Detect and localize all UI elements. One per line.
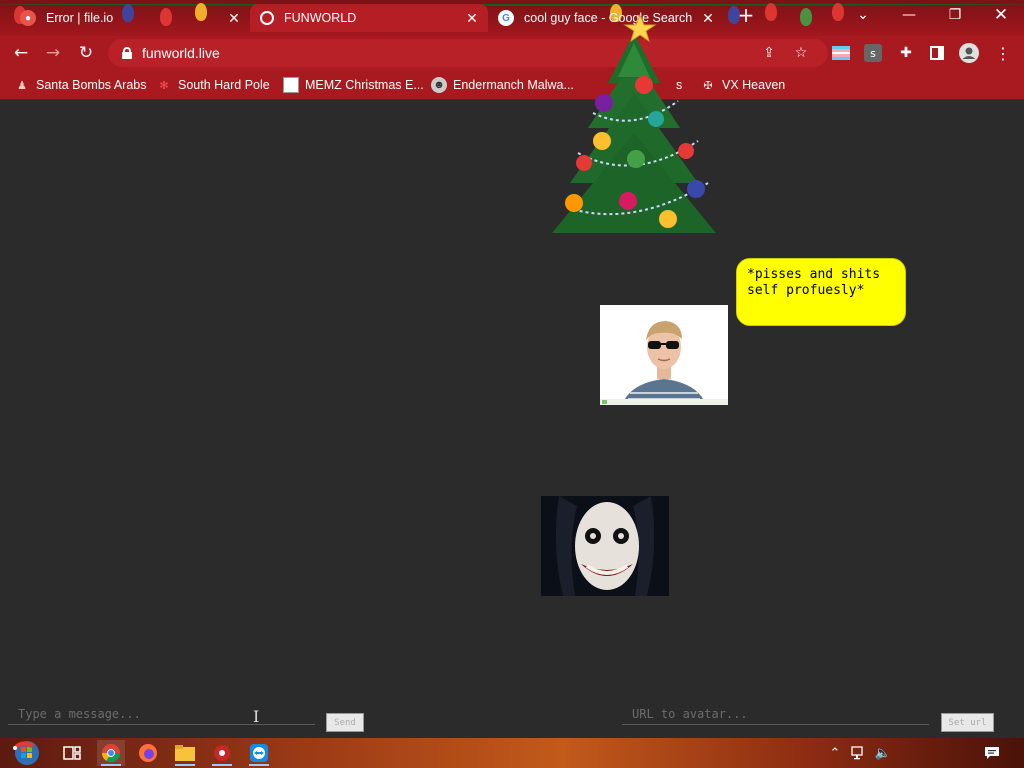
teamviewer-icon[interactable] bbox=[245, 740, 273, 766]
snowflake-icon: ✻ bbox=[159, 79, 169, 92]
minimize-button[interactable]: — bbox=[886, 0, 932, 30]
menu-kebab-icon[interactable]: ⋮ bbox=[992, 42, 1014, 64]
speech-bubble-text: *pisses and shits self profuesly* bbox=[747, 267, 881, 298]
tab-funworld[interactable]: FUNWORLD ✕ bbox=[250, 4, 488, 32]
google-icon: G bbox=[498, 10, 514, 26]
close-icon[interactable]: ✕ bbox=[464, 10, 480, 26]
santa-icon: ♟ bbox=[17, 79, 27, 92]
light-bulb bbox=[765, 3, 777, 21]
browser-toolbar: ← → ↻ funworld.live ⇪ ☆ s ✚ ⋮ bbox=[0, 36, 1024, 70]
light-bulb bbox=[800, 8, 812, 26]
tab-title: FUNWORLD bbox=[284, 11, 357, 25]
chrome-icon[interactable] bbox=[97, 740, 125, 766]
notification-icon[interactable] bbox=[982, 744, 1002, 762]
restore-button[interactable]: ❐ bbox=[932, 0, 978, 30]
avatar-url-input[interactable] bbox=[622, 703, 929, 725]
file-explorer-icon[interactable] bbox=[171, 740, 199, 766]
lock-icon bbox=[122, 47, 132, 59]
network-icon[interactable] bbox=[850, 744, 868, 762]
bookmark-memz-christmas[interactable]: MEMZ Christmas E... bbox=[283, 76, 424, 94]
extension-s-icon[interactable]: s bbox=[864, 44, 882, 62]
speech-bubble: *pisses and shits self profuesly* bbox=[736, 258, 906, 326]
side-panel-icon[interactable] bbox=[926, 42, 948, 64]
bookmark-label: VX Heaven bbox=[722, 78, 786, 92]
forward-button[interactable]: → bbox=[40, 40, 66, 66]
close-icon[interactable]: ✕ bbox=[226, 10, 242, 26]
windows-taskbar: ⌃ 🔈 bbox=[0, 738, 1024, 768]
bookmark-label: Santa Bombs Arabs bbox=[36, 78, 147, 92]
url-text: funworld.live bbox=[142, 45, 220, 61]
bookmark-label: South Hard Pole bbox=[178, 78, 270, 92]
firefox-icon[interactable] bbox=[134, 740, 162, 766]
bookmark-label: MEMZ Christmas E... bbox=[305, 78, 424, 92]
new-tab-button[interactable]: + bbox=[730, 0, 762, 30]
bookmarks-bar: ♟ Santa Bombs Arabs ✻ South Hard Pole ME… bbox=[0, 70, 1024, 100]
reload-button[interactable]: ↻ bbox=[73, 40, 99, 66]
jeff-the-killer-avatar-image bbox=[541, 496, 669, 596]
start-orb[interactable] bbox=[8, 740, 46, 766]
tab-title: Error | file.io bbox=[46, 11, 114, 25]
file-io-icon: ● bbox=[20, 10, 36, 26]
bookmark-santa-bombs-arabs[interactable]: ♟ Santa Bombs Arabs bbox=[14, 76, 146, 94]
address-bar[interactable]: funworld.live bbox=[108, 39, 828, 67]
tab-strip: ● Error | file.io ✕ FUNWORLD ✕ G cool gu… bbox=[0, 0, 1024, 36]
extensions-puzzle-icon[interactable]: ✚ bbox=[895, 42, 917, 64]
message-input[interactable] bbox=[8, 703, 315, 725]
profile-avatar-icon[interactable] bbox=[958, 42, 980, 64]
speaker-icon[interactable]: 🔈 bbox=[874, 744, 892, 762]
task-view-icon[interactable] bbox=[58, 740, 86, 766]
bookmark-star-icon[interactable]: ☆ bbox=[790, 42, 812, 64]
chevron-up-icon[interactable]: ⌃ bbox=[826, 744, 844, 762]
send-button[interactable]: Send bbox=[326, 713, 364, 732]
funworld-page: *pisses and shits self profuesly* I Send… bbox=[0, 13, 1024, 738]
extension-flag-icon[interactable] bbox=[830, 42, 852, 64]
text-cursor: I bbox=[253, 707, 260, 726]
christmas-tree-image bbox=[552, 13, 716, 233]
app-icon[interactable] bbox=[208, 740, 236, 766]
close-window-button[interactable]: ✕ bbox=[978, 0, 1024, 30]
back-button[interactable]: ← bbox=[8, 40, 34, 66]
endermanch-icon: ☻ bbox=[431, 77, 447, 93]
cool-guy-avatar-image bbox=[600, 305, 728, 405]
memz-icon bbox=[283, 77, 299, 93]
bookmark-south-hard-pole[interactable]: ✻ South Hard Pole bbox=[156, 76, 270, 94]
tab-file-io[interactable]: ● Error | file.io ✕ bbox=[10, 4, 250, 32]
globe-icon bbox=[260, 11, 274, 25]
share-icon[interactable]: ⇪ bbox=[758, 42, 780, 64]
set-avatar-button[interactable]: Set url bbox=[941, 713, 994, 732]
tab-search-button[interactable]: ⌄ bbox=[840, 0, 886, 30]
